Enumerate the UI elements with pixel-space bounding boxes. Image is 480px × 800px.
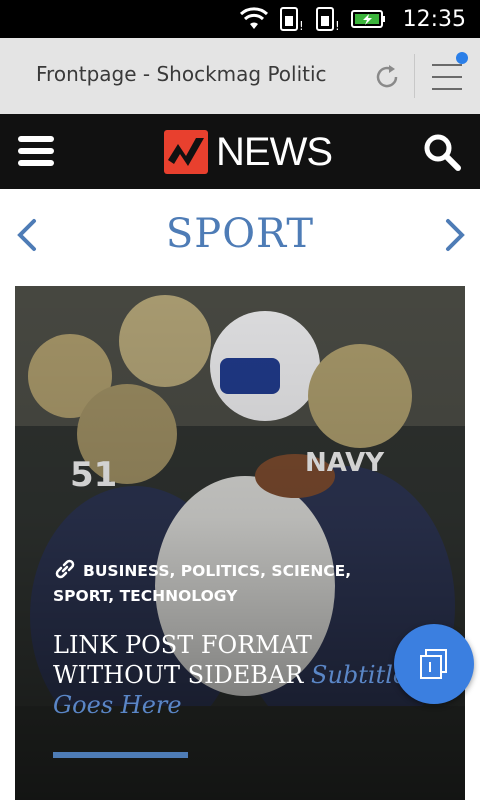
status-time: 12:35 — [402, 6, 466, 32]
post-title[interactable]: LINK POST FORMAT WITHOUT SIDEBAR Subtitl… — [53, 630, 433, 720]
copy-pages-icon — [420, 649, 447, 679]
sim2-icon: ! — [315, 7, 340, 32]
post-categories-text: BUSINESS, POLITICS, SCIENCE, SPORT, TECH… — [53, 562, 352, 605]
battery-charging-icon — [350, 10, 385, 28]
logo-text: NEWS — [216, 129, 333, 174]
floating-action-button[interactable] — [394, 624, 474, 704]
menu-icon[interactable] — [428, 52, 468, 96]
image-overlay — [15, 286, 465, 800]
chevron-right-icon[interactable] — [440, 215, 470, 255]
reload-icon[interactable] — [372, 62, 402, 92]
sim1-icon: ! — [279, 7, 304, 32]
post-title-text: LINK POST FORMAT WITHOUT SIDEBAR — [53, 631, 312, 689]
accent-bar — [53, 752, 188, 758]
featured-post-card[interactable]: 51 NAVY BUSINESS, POLITICS, SCIENCE, SPO… — [15, 286, 465, 800]
svg-text:!: ! — [299, 19, 304, 32]
section-title: SPORT — [165, 211, 315, 257]
link-icon — [55, 559, 75, 579]
section-nav: SPORT — [0, 189, 480, 285]
browser-bar: Frontpage - Shockmag Politic — [0, 38, 480, 115]
url-title[interactable]: Frontpage - Shockmag Politic — [36, 62, 356, 86]
site-logo[interactable]: NEWS — [164, 128, 333, 176]
svg-text:!: ! — [335, 19, 340, 32]
post-categories[interactable]: BUSINESS, POLITICS, SCIENCE, SPORT, TECH… — [53, 558, 413, 609]
site-header: NEWS — [0, 114, 480, 189]
search-icon[interactable] — [422, 132, 462, 172]
notification-dot — [456, 52, 468, 64]
status-icons: ! ! 12:35 — [239, 0, 466, 38]
browser-divider — [414, 54, 415, 98]
logo-mark-icon — [164, 130, 208, 174]
wifi-icon — [239, 7, 268, 29]
status-bar: ! ! 12:35 — [0, 0, 480, 38]
hamburger-icon[interactable] — [18, 136, 54, 166]
